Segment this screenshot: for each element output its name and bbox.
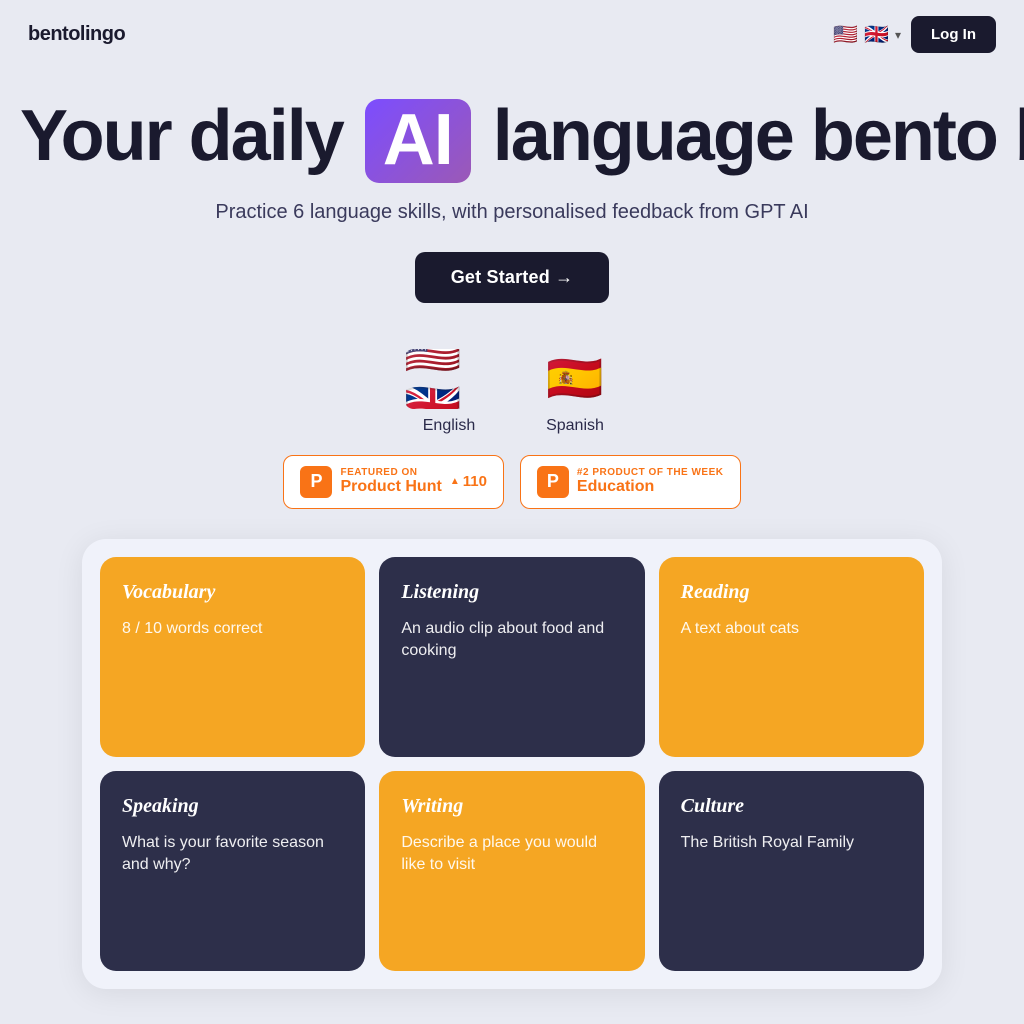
hero-subtitle: Practice 6 language skills, with persona…	[20, 201, 1004, 224]
bento-wrapper: Vocabulary 8 / 10 words correct Listenin…	[0, 539, 1024, 989]
get-started-button[interactable]: Get Started →	[415, 252, 610, 303]
ph-featured-name: Product Hunt	[340, 478, 441, 496]
language-option-english[interactable]: 🇺🇸🇬🇧 English	[404, 349, 494, 435]
ph-logo2-icon: P	[537, 466, 569, 498]
writing-desc: Describe a place you would like to visit	[401, 832, 622, 877]
english-flag-icon: 🇺🇸🇬🇧	[404, 349, 494, 409]
ph-education-name: Education	[577, 478, 724, 496]
vocabulary-desc: 8 / 10 words correct	[122, 618, 343, 640]
ph-count-value: 110	[463, 473, 487, 490]
language-option-spanish[interactable]: 🇪🇸 Spanish	[530, 349, 620, 435]
speaking-title: Speaking	[122, 795, 343, 818]
ph-badge-education[interactable]: P #2 PRODUCT OF THE WEEK Education	[520, 455, 741, 509]
listening-title: Listening	[401, 581, 622, 604]
ph-featured-label: FEATURED ON	[340, 467, 441, 478]
ph-education-text: #2 PRODUCT OF THE WEEK Education	[577, 467, 724, 496]
listening-card[interactable]: Listening An audio clip about food and c…	[379, 557, 644, 757]
language-flags: 🇺🇸🇬🇧 English 🇪🇸 Spanish	[0, 349, 1024, 435]
ph-logo-icon: P	[300, 466, 332, 498]
vocabulary-title: Vocabulary	[122, 581, 343, 604]
language-selector[interactable]: 🇺🇸 🇬🇧 ▾	[833, 22, 901, 47]
writing-title: Writing	[401, 795, 622, 818]
culture-title: Culture	[681, 795, 902, 818]
english-label: English	[423, 417, 475, 435]
ph-badge-featured[interactable]: P FEATURED ON Product Hunt ▲ 110	[283, 455, 503, 509]
hero-section: Your daily AI language bento box Practic…	[0, 69, 1024, 313]
chevron-down-icon: ▾	[895, 28, 901, 42]
hero-title-before: Your daily	[20, 96, 343, 176]
ph-vote-count: ▲ 110	[450, 473, 487, 490]
hero-title-after: language bento box	[493, 96, 1024, 176]
navbar-flag2-icon: 🇬🇧	[864, 22, 889, 47]
up-arrow-icon: ▲	[450, 476, 460, 487]
ai-badge: AI	[365, 99, 471, 183]
login-button[interactable]: Log In	[911, 16, 996, 53]
speaking-card[interactable]: Speaking What is your favorite season an…	[100, 771, 365, 971]
culture-card[interactable]: Culture The British Royal Family	[659, 771, 924, 971]
navbar-flag-icon: 🇺🇸	[833, 22, 858, 47]
reading-desc: A text about cats	[681, 618, 902, 640]
speaking-desc: What is your favorite season and why?	[122, 832, 343, 877]
spanish-flag-icon: 🇪🇸	[530, 349, 620, 409]
ph-featured-text: FEATURED ON Product Hunt	[340, 467, 441, 496]
bento-grid: Vocabulary 8 / 10 words correct Listenin…	[82, 539, 942, 989]
reading-card[interactable]: Reading A text about cats	[659, 557, 924, 757]
ph-badges: P FEATURED ON Product Hunt ▲ 110 P #2 PR…	[0, 455, 1024, 509]
navbar: bentolingo 🇺🇸 🇬🇧 ▾ Log In	[0, 0, 1024, 69]
writing-card[interactable]: Writing Describe a place you would like …	[379, 771, 644, 971]
hero-title: Your daily AI language bento box	[20, 99, 1004, 183]
vocabulary-card[interactable]: Vocabulary 8 / 10 words correct	[100, 557, 365, 757]
logo: bentolingo	[28, 23, 125, 46]
culture-desc: The British Royal Family	[681, 832, 902, 854]
reading-title: Reading	[681, 581, 902, 604]
listening-desc: An audio clip about food and cooking	[401, 618, 622, 663]
spanish-label: Spanish	[546, 417, 604, 435]
ph-education-label: #2 PRODUCT OF THE WEEK	[577, 467, 724, 478]
nav-right: 🇺🇸 🇬🇧 ▾ Log In	[833, 16, 996, 53]
